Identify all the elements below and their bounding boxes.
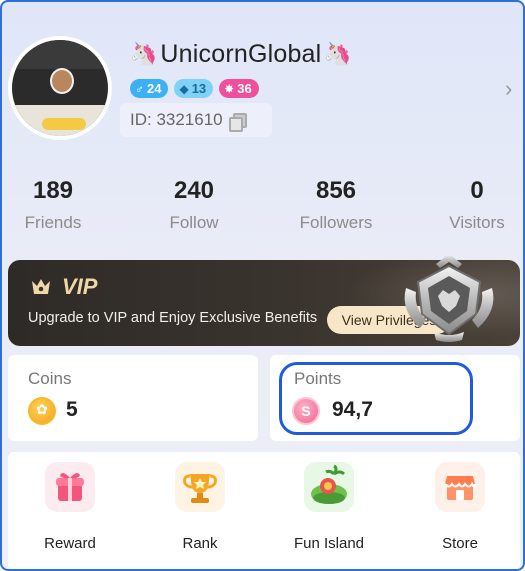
stat-friends[interactable]: 189 Friends xyxy=(15,177,91,233)
star-badge-icon: ✸ xyxy=(224,81,235,96)
avatar[interactable] xyxy=(8,36,112,140)
vip-description: Upgrade to VIP and Enjoy Exclusive Benef… xyxy=(28,310,318,326)
user-id[interactable]: ID: 3321610 xyxy=(120,103,272,137)
coins-value: 5 xyxy=(66,398,78,421)
coins-card[interactable]: Coins 5 xyxy=(8,355,258,441)
stat-label: Followers xyxy=(299,213,373,232)
stat-visitors[interactable]: 0 Visitors xyxy=(440,177,514,233)
shortcut-label: Fun Island xyxy=(293,535,365,552)
island-icon xyxy=(304,462,354,512)
crown-icon xyxy=(30,278,52,296)
profile-screen: 🦄 UnicornGlobal 🦄 ♂ 24 ◆ 13 ✸ 36 ID: 332… xyxy=(0,0,525,571)
stat-value: 240 xyxy=(173,177,215,204)
chevron-right-icon[interactable]: › xyxy=(505,76,512,102)
username: UnicornGlobal xyxy=(160,39,322,68)
male-icon: ♂ xyxy=(135,81,144,96)
user-id-text: ID: 3321610 xyxy=(130,110,223,129)
username-row: 🦄 UnicornGlobal 🦄 xyxy=(130,38,352,70)
level-badge: ◆ 13 xyxy=(174,79,214,98)
gem-icon: ◆ xyxy=(179,81,189,96)
stat-follow[interactable]: 240 Follow xyxy=(154,177,234,233)
stat-label: Visitors xyxy=(449,213,505,232)
level-badge-value: 13 xyxy=(191,81,207,96)
shortcut-label: Reward xyxy=(44,535,96,552)
copy-icon[interactable] xyxy=(228,112,247,132)
coins-label: Coins xyxy=(28,369,72,388)
badge-row: ♂ 24 ◆ 13 ✸ 36 xyxy=(130,79,259,98)
store-icon xyxy=(435,462,485,512)
vip-title-text: VIP xyxy=(62,274,98,299)
shortcut-label: Rank xyxy=(182,535,218,552)
stat-value: 856 xyxy=(315,177,357,204)
stat-value: 189 xyxy=(32,177,74,204)
gender-badge: ♂ 24 xyxy=(130,79,169,98)
unicorn-icon: 🦄 xyxy=(324,41,352,66)
shortcut-fun-island[interactable]: Fun Island xyxy=(284,462,374,552)
unicorn-icon: 🦄 xyxy=(130,41,158,66)
shortcut-store[interactable]: Store xyxy=(415,462,505,552)
points-highlight-outline xyxy=(279,362,473,435)
stat-label: Follow xyxy=(169,213,219,232)
gender-badge-value: 24 xyxy=(147,81,162,96)
stat-label: Friends xyxy=(24,213,82,232)
shortcut-reward[interactable]: Reward xyxy=(25,462,115,552)
avatar-face xyxy=(50,68,74,94)
avatar-thumbnail-button xyxy=(42,118,86,130)
shortcut-label: Store xyxy=(442,535,478,552)
stat-followers[interactable]: 856 Followers xyxy=(290,177,382,233)
shortcut-rank[interactable]: Rank xyxy=(155,462,245,552)
shortcut-grid: Reward Rank Fun Island Store xyxy=(8,452,520,569)
trophy-icon xyxy=(175,462,225,512)
vip-emblem-icon xyxy=(404,254,494,342)
vip-title: VIP xyxy=(30,274,97,300)
rank-badge-value: 36 xyxy=(237,81,252,96)
stat-value: 0 xyxy=(470,177,484,204)
gift-icon xyxy=(45,462,95,512)
coin-icon xyxy=(28,397,56,425)
rank-badge: ✸ 36 xyxy=(219,79,259,98)
